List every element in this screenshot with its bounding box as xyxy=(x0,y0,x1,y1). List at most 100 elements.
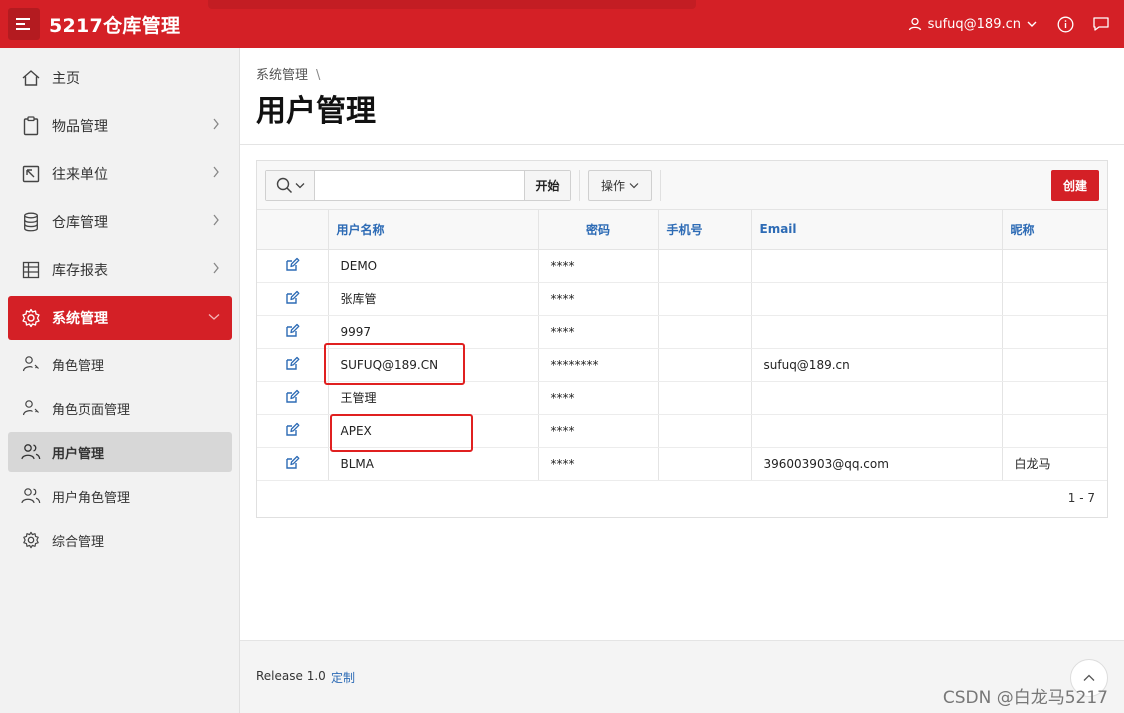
pagination-range: 1 - 7 xyxy=(1067,491,1095,505)
search-column-button[interactable] xyxy=(266,171,315,200)
phone-cell xyxy=(658,447,752,481)
password-cell: **** xyxy=(538,315,659,349)
feedback-icon[interactable] xyxy=(1092,16,1110,32)
footer: Release 1.0 定制 CSDN @白龙马5217 xyxy=(240,640,1124,713)
toolbar-separator xyxy=(579,170,580,201)
password-cell: **** xyxy=(538,381,659,415)
chevron-down-icon xyxy=(295,183,304,189)
sidebar-item-label: 物品管理 xyxy=(52,119,108,135)
breadcrumb: 系统管理 \ xyxy=(256,64,320,83)
edit-row-button[interactable] xyxy=(257,282,329,316)
toolbar-separator xyxy=(660,170,661,201)
edit-icon xyxy=(285,422,300,440)
username-cell: 王管理 xyxy=(328,381,539,415)
column-header-password[interactable]: 密码 xyxy=(538,210,659,250)
user-key-icon xyxy=(21,398,41,418)
column-header-phone[interactable]: 手机号 xyxy=(658,210,752,250)
edit-row-button[interactable] xyxy=(257,348,329,382)
email-cell xyxy=(751,282,1003,316)
phone-cell xyxy=(658,348,752,382)
actions-label: 操作 xyxy=(600,179,625,193)
sidebar-item-label: 角色页面管理 xyxy=(52,402,131,418)
edit-row-button[interactable] xyxy=(257,381,329,415)
edit-row-button[interactable] xyxy=(257,414,329,448)
table-icon xyxy=(20,259,42,281)
nickname-cell xyxy=(1002,249,1107,283)
sidebar-item-home[interactable]: 主页 xyxy=(8,56,232,100)
divider xyxy=(240,144,1124,145)
column-header-nickname[interactable]: 昵称 xyxy=(1002,210,1107,250)
user-menu[interactable]: sufuq@189.cn xyxy=(928,17,1021,32)
sidebar-item-goods[interactable]: 物品管理 xyxy=(8,104,232,148)
nickname-cell xyxy=(1002,282,1107,316)
email-cell: 396003903@qq.com xyxy=(751,447,1003,481)
edit-icon xyxy=(285,323,300,341)
home-icon xyxy=(20,67,42,89)
customize-link[interactable]: 定制 xyxy=(331,669,355,686)
go-button[interactable]: 开始 xyxy=(524,171,570,200)
chevron-right-icon xyxy=(213,166,219,178)
page-title: 用户管理 xyxy=(256,94,376,129)
phone-cell xyxy=(658,315,752,349)
actions-menu-button[interactable]: 操作 xyxy=(588,170,652,201)
chevron-down-icon xyxy=(208,314,220,320)
sidebar-item-system[interactable]: 系统管理 xyxy=(8,296,232,340)
sidebar-subitem-roles[interactable]: 角色管理 xyxy=(8,344,232,384)
info-icon[interactable] xyxy=(1057,16,1074,33)
chevron-down-icon[interactable] xyxy=(1027,20,1037,28)
phone-cell xyxy=(658,414,752,448)
nickname-cell xyxy=(1002,414,1107,448)
release-version: Release 1.0 xyxy=(256,669,326,683)
edit-icon xyxy=(285,257,300,275)
sidebar-item-label: 用户角色管理 xyxy=(52,490,131,506)
username-cell: 张库管 xyxy=(328,282,539,316)
app-title[interactable]: 5217仓库管理 xyxy=(49,11,180,38)
edit-row-button[interactable] xyxy=(257,249,329,283)
report-toolbar: 开始 操作 创建 xyxy=(257,161,1107,210)
sidebar-subitem-users[interactable]: 用户管理 xyxy=(8,432,232,472)
column-header-edit xyxy=(257,210,329,250)
edit-row-button[interactable] xyxy=(257,447,329,481)
user-key-icon xyxy=(21,354,41,374)
password-cell: **** xyxy=(538,282,659,316)
main-content: 系统管理 \ 用户管理 开始 操作 创建 用户名称 密码 手机号 Email 昵… xyxy=(240,48,1124,640)
sidebar-item-warehouse[interactable]: 仓库管理 xyxy=(8,200,232,244)
breadcrumb-parent-link[interactable]: 系统管理 xyxy=(256,68,308,83)
password-cell: **** xyxy=(538,249,659,283)
header-ghost-tabs xyxy=(208,0,696,9)
create-button[interactable]: 创建 xyxy=(1051,170,1099,201)
username-cell: DEMO xyxy=(328,249,539,283)
arrow-box-icon xyxy=(20,163,42,185)
sidebar-item-partners[interactable]: 往来单位 xyxy=(8,152,232,196)
sidebar-item-label: 用户管理 xyxy=(52,446,105,462)
phone-cell xyxy=(658,249,752,283)
sidebar-subitem-user-roles[interactable]: 用户角色管理 xyxy=(8,476,232,516)
email-cell xyxy=(751,249,1003,283)
sidebar-subitem-general[interactable]: 综合管理 xyxy=(8,520,232,560)
users-icon xyxy=(21,442,41,462)
top-bar: 5217仓库管理 sufuq@189.cn xyxy=(0,0,1124,48)
nickname-cell xyxy=(1002,348,1107,382)
report-region: 开始 操作 创建 用户名称 密码 手机号 Email 昵称 DEMO **** … xyxy=(256,160,1108,518)
edit-icon xyxy=(285,290,300,308)
sidebar-item-label: 系统管理 xyxy=(52,311,108,327)
nickname-cell xyxy=(1002,381,1107,415)
column-header-username[interactable]: 用户名称 xyxy=(328,210,539,250)
database-icon xyxy=(20,211,42,233)
search-input[interactable] xyxy=(315,171,524,200)
column-header-email[interactable]: Email xyxy=(751,210,1003,250)
watermark: CSDN @白龙马5217 xyxy=(942,688,1108,708)
sidebar-item-inventory-report[interactable]: 库存报表 xyxy=(8,248,232,292)
gear-icon xyxy=(21,530,41,550)
highlight-box xyxy=(330,414,473,452)
table-row: 张库管 **** xyxy=(257,282,1107,316)
sidebar-subitem-role-pages[interactable]: 角色页面管理 xyxy=(8,388,232,428)
edit-row-button[interactable] xyxy=(257,315,329,349)
edit-icon xyxy=(285,356,300,374)
search-box: 开始 xyxy=(265,170,571,201)
email-cell xyxy=(751,315,1003,349)
gear-icon xyxy=(20,307,42,329)
edit-icon xyxy=(285,389,300,407)
sidebar-item-label: 角色管理 xyxy=(52,358,105,374)
menu-toggle-button[interactable] xyxy=(8,8,40,40)
